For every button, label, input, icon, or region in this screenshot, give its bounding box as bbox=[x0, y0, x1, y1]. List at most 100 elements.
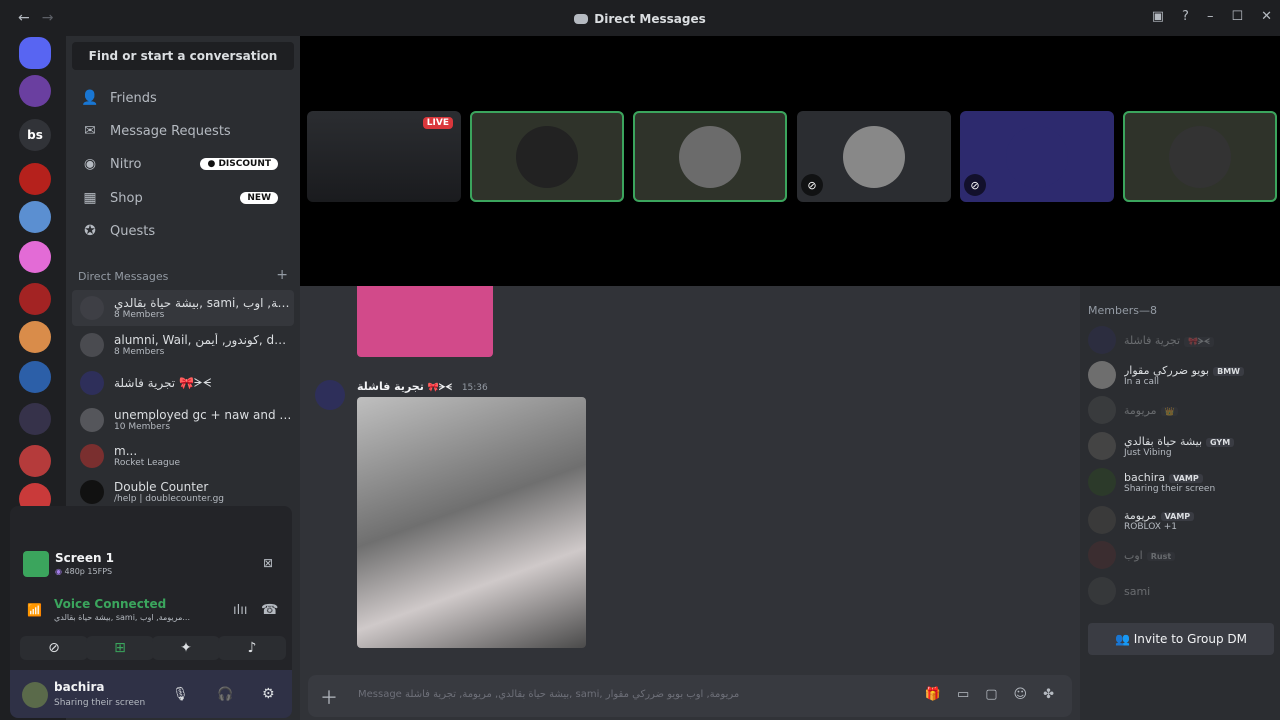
close-button[interactable]: ✕ bbox=[1261, 9, 1272, 24]
server-icon-3[interactable] bbox=[19, 163, 51, 195]
add-attachment-icon[interactable]: ＋ bbox=[320, 684, 338, 710]
cat-image-attachment[interactable] bbox=[357, 397, 586, 648]
gift-icon[interactable]: 🎁 bbox=[925, 687, 941, 702]
image-attachment[interactable] bbox=[357, 286, 493, 357]
member-item[interactable]: بيشة حياة بقالدي GYM Just Vibing bbox=[1088, 428, 1280, 464]
nav-quests[interactable]: ✪ Quests bbox=[72, 215, 294, 247]
dm-subtitle: 8 Members bbox=[114, 347, 165, 357]
activities-icon: ✦ bbox=[180, 640, 192, 656]
stop-stream-icon[interactable]: ⊠ bbox=[263, 556, 273, 570]
member-item[interactable]: bachira VAMP Sharing their screen bbox=[1088, 464, 1280, 500]
avatar[interactable] bbox=[22, 682, 48, 708]
settings-icon[interactable]: ⚙ bbox=[262, 686, 275, 702]
discord-home-icon[interactable] bbox=[19, 37, 51, 69]
search-conversation-button[interactable]: Find or start a conversation bbox=[72, 42, 294, 70]
server-icon-9[interactable] bbox=[19, 403, 51, 435]
inbox-icon[interactable]: ▣ bbox=[1152, 9, 1164, 24]
member-item[interactable]: مريومة VAMP ROBLOX +1 bbox=[1088, 502, 1280, 538]
dm-subtitle: 10 Members bbox=[114, 422, 171, 432]
help-icon[interactable]: ? bbox=[1182, 9, 1189, 24]
nav-friends[interactable]: 👤 Friends bbox=[72, 82, 294, 114]
member-item[interactable]: اوب Rust bbox=[1088, 537, 1280, 573]
dm-name: unemployed gc + naw and ali bbox=[114, 408, 292, 422]
new-badge: NEW bbox=[240, 192, 278, 204]
dm-item[interactable]: Double Counter/help | doublecounter.gg bbox=[72, 474, 294, 510]
voice-status[interactable]: Voice Connected bbox=[54, 597, 166, 611]
avatar bbox=[1088, 361, 1116, 389]
dm-subtitle: /help | doublecounter.gg bbox=[114, 494, 225, 504]
stream-tile[interactable]: LIVE bbox=[307, 111, 461, 202]
dm-item[interactable]: بيشة حياة بقالدي, sami, مريومة, اوب...8 … bbox=[72, 290, 294, 326]
dm-subtitle: Rocket League bbox=[114, 458, 180, 468]
avatar bbox=[1088, 506, 1116, 534]
invite-to-group-dm-button[interactable]: 👥 Invite to Group DM bbox=[1088, 623, 1274, 655]
screen-share-icon: ⊞ bbox=[114, 640, 126, 656]
member-name: اوب Rust bbox=[1124, 549, 1176, 562]
share-screen-button[interactable]: ⊞ bbox=[86, 636, 154, 660]
sticker-icon[interactable]: ▢ bbox=[985, 687, 997, 702]
avatar bbox=[679, 125, 741, 188]
participant-tile[interactable] bbox=[470, 111, 624, 202]
disconnect-icon[interactable]: ☎ bbox=[261, 602, 278, 618]
maximize-button[interactable]: ☐ bbox=[1231, 9, 1243, 24]
participant-tile[interactable] bbox=[633, 111, 787, 202]
title-bar: ← → Direct Messages ▣ ? – ☐ ✕ bbox=[0, 0, 1280, 36]
member-name: بيشة حياة بقالدي GYM bbox=[1124, 435, 1235, 448]
participant-tile[interactable] bbox=[1123, 111, 1277, 202]
activities-button[interactable]: ✦ bbox=[152, 636, 220, 660]
member-tag: Rust bbox=[1146, 551, 1176, 561]
server-icon-5[interactable] bbox=[19, 241, 51, 273]
member-item[interactable]: sami bbox=[1088, 573, 1280, 609]
message-input[interactable]: Message بيشة حياة بقالدي, مريومة, تجرية … bbox=[358, 689, 778, 700]
member-name: تجرية فاشلة 🎀ᗒᗕ bbox=[1124, 334, 1214, 347]
user-status: Sharing their screen bbox=[54, 698, 146, 708]
server-icon-8[interactable] bbox=[19, 361, 51, 393]
avatar bbox=[1088, 396, 1116, 424]
user-panel bbox=[10, 670, 292, 718]
avatar[interactable] bbox=[315, 380, 345, 410]
avatar bbox=[80, 444, 104, 468]
dm-item[interactable]: m... Rocket League bbox=[72, 438, 294, 474]
server-icon-7[interactable] bbox=[19, 321, 51, 353]
members-header: Members—8 bbox=[1088, 304, 1157, 317]
dm-item[interactable]: alumni, Wail, كوندور, أيمن, dhay, ...8 M… bbox=[72, 327, 294, 363]
create-dm-button[interactable]: + bbox=[276, 268, 288, 283]
member-item[interactable]: بويو ضرركي مقوار BMW In a call bbox=[1088, 357, 1280, 393]
participant-tile[interactable]: ⊘ bbox=[960, 111, 1114, 202]
gif-icon[interactable]: ▭ bbox=[957, 687, 969, 702]
member-tag: 👑 bbox=[1160, 406, 1179, 416]
headphones-icon[interactable]: 🎧 bbox=[217, 687, 233, 702]
dm-name: alumni, Wail, كوندور, أيمن, dhay, ... bbox=[114, 333, 292, 347]
member-status: Sharing their screen bbox=[1124, 483, 1216, 494]
nav-nitro[interactable]: ◉ Nitro ● DISCOUNT bbox=[72, 148, 294, 180]
voice-channel[interactable]: بيشة حياة بقالدي, sami, مريومة, اوب... bbox=[54, 613, 224, 622]
server-icon-4[interactable] bbox=[19, 201, 51, 233]
noise-suppression-icon[interactable]: ılıı bbox=[233, 603, 247, 618]
minimize-button[interactable]: – bbox=[1207, 9, 1214, 24]
camera-off-button[interactable]: ⊘ bbox=[20, 636, 88, 660]
message-author[interactable]: تجرية فاشلة 🎀ᗒᗕ 15:36 bbox=[357, 380, 488, 393]
server-icon-10[interactable] bbox=[19, 445, 51, 477]
emoji-icon[interactable]: ☺ bbox=[1014, 687, 1028, 702]
member-item[interactable]: تجرية فاشلة 🎀ᗒᗕ bbox=[1088, 322, 1280, 358]
dm-item[interactable]: تجرية فاشلة 🎀ᗒᗕ bbox=[72, 365, 294, 401]
apps-icon[interactable]: ✤ bbox=[1043, 687, 1054, 702]
participant-tile[interactable]: ⊘ bbox=[797, 111, 951, 202]
microphone-icon[interactable]: 🎙 bbox=[172, 687, 189, 702]
avatar bbox=[1088, 468, 1116, 496]
server-icon-2[interactable]: bs bbox=[19, 119, 51, 151]
member-tag: VAMP bbox=[1160, 511, 1195, 521]
server-icon-6[interactable] bbox=[19, 283, 51, 315]
member-list: Members—8 تجرية فاشلة 🎀ᗒᗕ بويو ضرركي مقوار… bbox=[1080, 286, 1280, 720]
dm-item[interactable]: unemployed gc + naw and ali 10 Members bbox=[72, 402, 294, 438]
member-name: bachira VAMP bbox=[1124, 471, 1215, 484]
soundboard-button[interactable]: ♪ bbox=[218, 636, 286, 660]
dm-header: Direct Messages + bbox=[78, 267, 288, 283]
dm-subtitle: 8 Members bbox=[114, 310, 165, 320]
nav-message-requests[interactable]: ✉ Message Requests bbox=[72, 115, 294, 147]
member-item[interactable]: مريومة 👑 bbox=[1088, 392, 1280, 428]
nitro-icon: ◉ bbox=[83, 156, 97, 172]
nav-shop[interactable]: ▦ Shop NEW bbox=[72, 182, 294, 214]
server-icon-1[interactable] bbox=[19, 75, 51, 107]
camera-off-icon: ⊘ bbox=[48, 640, 60, 656]
